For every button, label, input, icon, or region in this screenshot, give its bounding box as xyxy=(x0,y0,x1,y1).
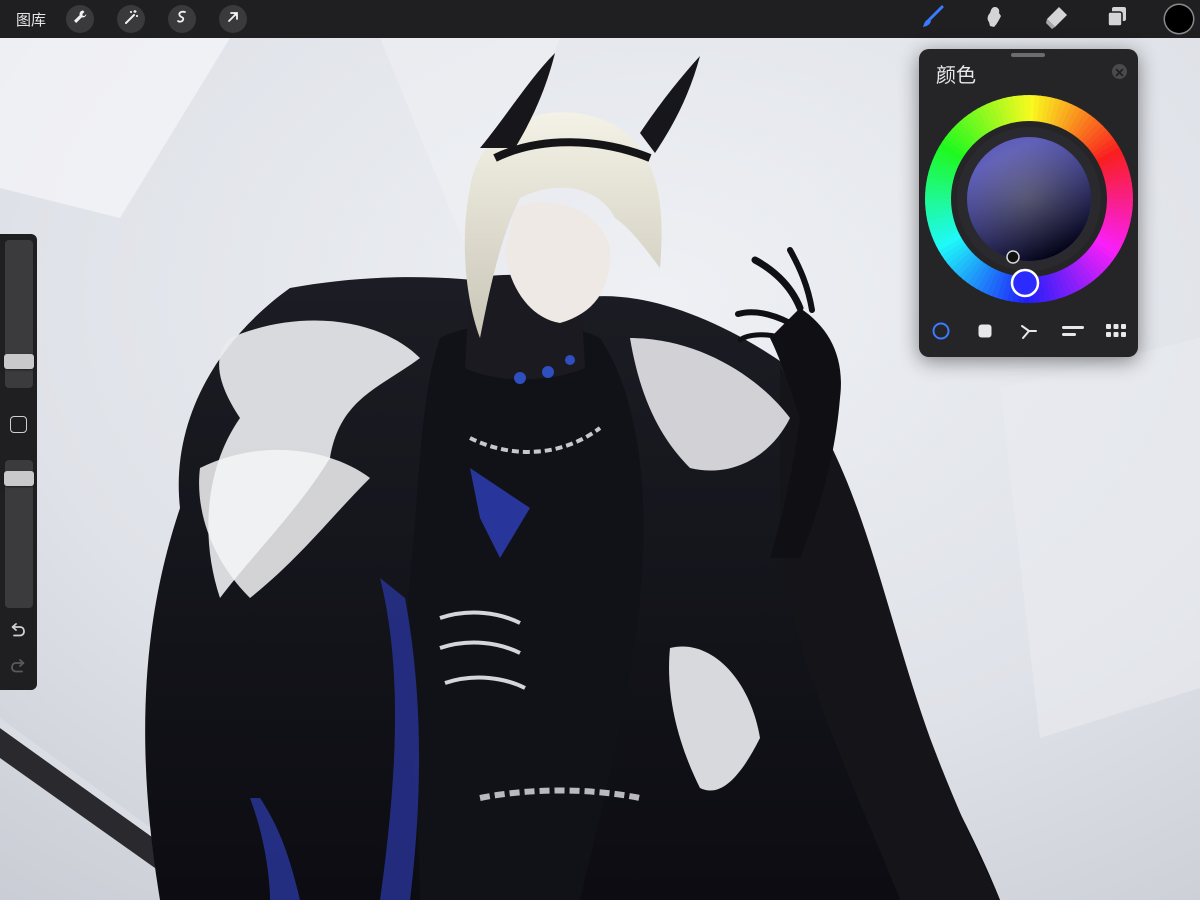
layers-button[interactable] xyxy=(1102,4,1132,34)
color-swatch-button[interactable] xyxy=(1165,5,1193,33)
brush-size-slider[interactable] xyxy=(4,240,34,388)
palettes-icon[interactable] xyxy=(1105,320,1127,342)
wrench-icon xyxy=(72,9,88,29)
smudge-icon xyxy=(981,4,1007,34)
transform-arrow-icon xyxy=(225,9,241,29)
modify-square-icon[interactable] xyxy=(10,416,27,433)
hue-picker[interactable] xyxy=(1010,268,1040,298)
redo-icon[interactable] xyxy=(8,658,28,676)
brush-size-thumb[interactable] xyxy=(4,354,34,369)
brush-icon xyxy=(920,4,946,34)
eraser-tool-button[interactable] xyxy=(1041,4,1071,34)
value-icon[interactable] xyxy=(1062,320,1084,342)
disc-picker[interactable] xyxy=(1006,250,1020,264)
color-wheel[interactable] xyxy=(924,94,1134,304)
classic-icon[interactable] xyxy=(974,320,996,342)
transform-button[interactable] xyxy=(219,5,247,33)
layers-icon xyxy=(1105,5,1129,33)
eraser-icon xyxy=(1043,4,1069,34)
close-button[interactable] xyxy=(1112,64,1127,79)
undo-icon[interactable] xyxy=(8,622,28,640)
disc-icon[interactable] xyxy=(930,320,952,342)
selection-icon xyxy=(174,9,190,29)
smudge-tool-button[interactable] xyxy=(979,4,1009,34)
gallery-button[interactable]: 图库 xyxy=(16,9,46,30)
harmony-icon[interactable] xyxy=(1018,320,1040,342)
color-panel: 颜色 xyxy=(919,49,1138,357)
adjustments-button[interactable] xyxy=(117,5,145,33)
opacity-thumb[interactable] xyxy=(4,471,34,486)
panel-title: 颜色 xyxy=(936,63,976,87)
selection-button[interactable] xyxy=(168,5,196,33)
opacity-slider[interactable] xyxy=(4,460,34,608)
panel-grabber[interactable] xyxy=(1011,53,1045,57)
left-sidebar xyxy=(0,234,37,690)
brush-tool-button[interactable] xyxy=(918,4,948,34)
actions-button[interactable] xyxy=(66,5,94,33)
magic-wand-icon xyxy=(123,9,139,29)
top-toolbar: 图库 xyxy=(0,0,1200,38)
close-icon xyxy=(1115,62,1124,81)
